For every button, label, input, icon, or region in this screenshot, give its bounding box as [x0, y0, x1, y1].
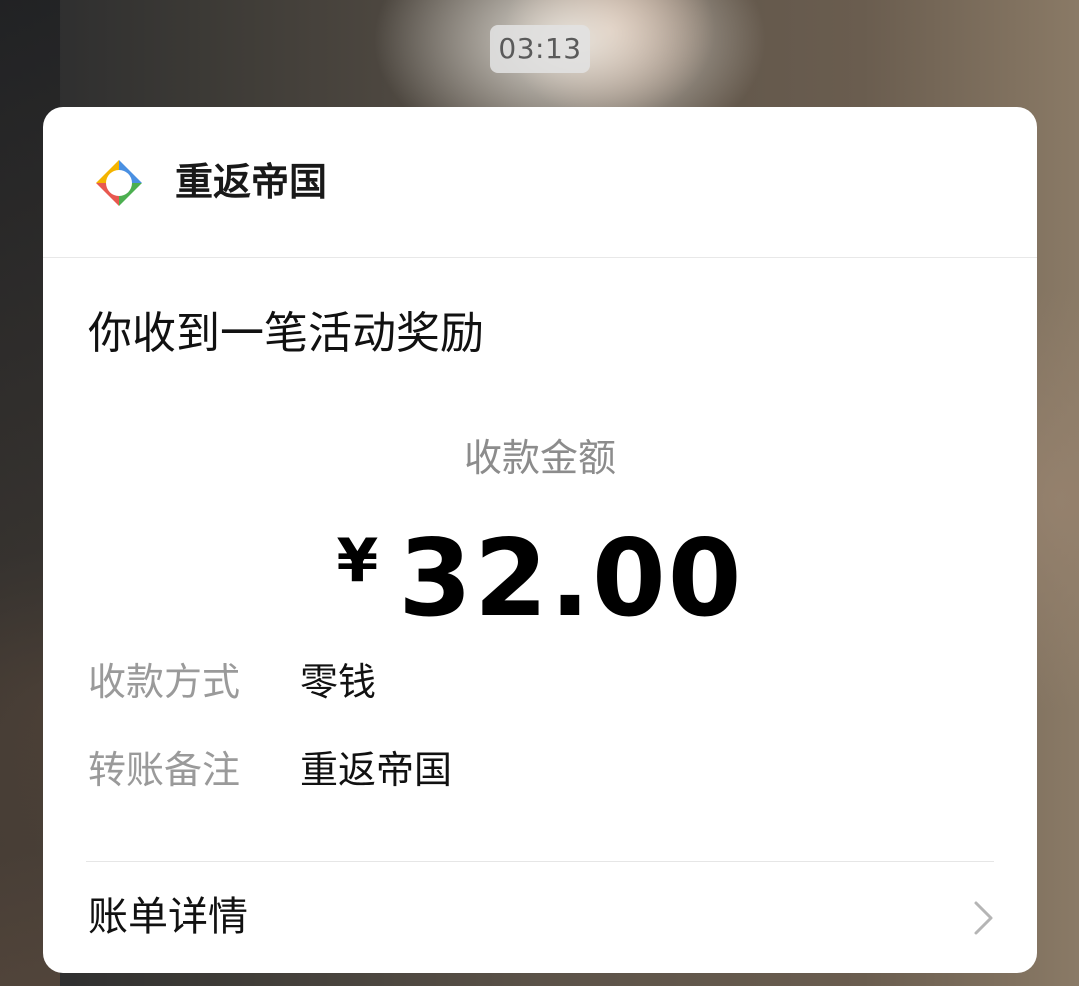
bill-details-label: 账单详情 — [88, 894, 248, 940]
amount-display: ¥32.00 — [43, 517, 1037, 640]
chevron-right-icon — [974, 901, 993, 935]
card-header[interactable]: 重返帝国 — [43, 107, 1037, 258]
app-name: 重返帝国 — [175, 160, 328, 204]
time-chip: 03:13 — [490, 25, 590, 73]
notification-screen: 03:13 重返帝国 你收到一笔活动奖励 收款金额 ¥32.00 收款方式 零钱 — [0, 0, 1079, 986]
currency-symbol: ¥ — [336, 526, 379, 596]
amount-label: 收款金额 — [463, 436, 616, 480]
payment-method-label: 收款方式 — [88, 660, 241, 704]
amount-value: 32.00 — [398, 517, 744, 640]
payment-notification-card[interactable]: 重返帝国 你收到一笔活动奖励 收款金额 ¥32.00 收款方式 零钱 转账备注 … — [43, 107, 1037, 973]
bill-details-link[interactable]: 账单详情 — [43, 862, 1037, 973]
payment-method-value: 零钱 — [300, 660, 377, 704]
transfer-note-label: 转账备注 — [88, 748, 241, 792]
transfer-note-value: 重返帝国 — [300, 748, 453, 792]
notification-title: 你收到一笔活动奖励 — [88, 308, 484, 359]
app-logo-icon — [96, 160, 142, 206]
